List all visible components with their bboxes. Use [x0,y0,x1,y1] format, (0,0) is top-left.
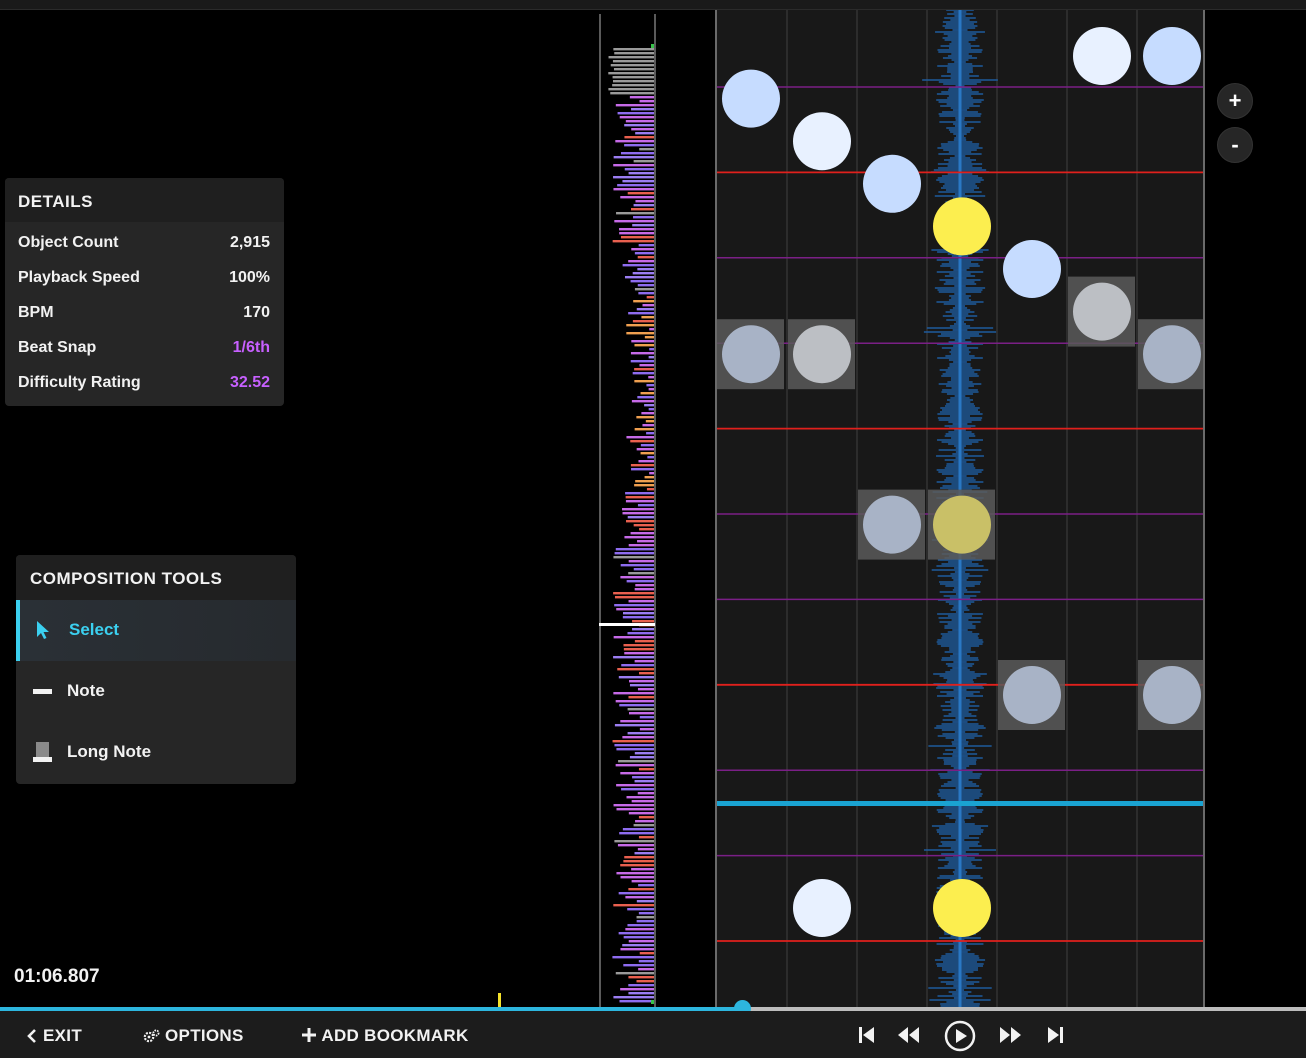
exit-label: EXIT [43,1026,83,1045]
selected-note[interactable] [1068,276,1135,347]
density-position-marker [599,623,655,626]
long-note-icon [33,742,52,762]
playfield-canvas [717,10,1203,1008]
bottom-toolbar: EXIT OPTIONS ADD BOOKMARK [0,1011,1306,1058]
fast-forward-icon[interactable] [999,1024,1023,1046]
plus-icon [302,1028,316,1042]
skip-end-icon[interactable] [1043,1024,1067,1046]
selected-note[interactable] [717,319,784,390]
tool-label: Note [67,681,105,700]
note[interactable] [1003,240,1061,298]
selected-note[interactable] [858,489,925,560]
selected-note[interactable] [998,660,1065,730]
add-bookmark-button[interactable]: ADD BOOKMARK [301,1026,469,1046]
skip-start-icon[interactable] [855,1024,879,1046]
exit-button[interactable]: EXIT [26,1026,82,1046]
density-graph[interactable] [599,14,656,1008]
note[interactable] [1073,27,1131,85]
detail-row-object-count: Object Count 2,915 [18,234,270,258]
note[interactable] [722,69,780,128]
options-label: OPTIONS [165,1026,244,1045]
selected-note[interactable] [1138,319,1203,390]
detail-row-bpm: BPM 170 [18,304,270,328]
editor-playfield[interactable] [715,10,1205,1008]
note[interactable] [933,197,991,256]
detail-row-beat-snap: Beat Snap 1/6th [18,339,270,363]
detail-value: 100% [229,269,270,286]
note[interactable] [933,879,991,937]
detail-value: 1/6th [232,339,270,356]
selected-note[interactable] [1138,660,1203,730]
selected-note[interactable] [928,489,995,560]
note-icon [33,689,52,694]
options-button[interactable]: OPTIONS [143,1026,244,1046]
note[interactable] [793,112,851,171]
detail-row-difficulty-rating: Difficulty Rating 32.52 [18,374,270,398]
gears-icon [143,1029,160,1043]
play-icon[interactable] [943,1019,977,1053]
details-title: DETAILS [5,178,284,222]
add-bookmark-label: ADD BOOKMARK [321,1026,469,1045]
chevron-left-icon [27,1029,36,1043]
tool-label: Long Note [67,742,152,761]
detail-value: 170 [243,304,270,321]
note[interactable] [863,154,921,213]
note[interactable] [793,879,851,937]
selected-note[interactable] [788,319,855,390]
composition-tools-panel: COMPOSITION TOOLS Select Note Long Note [16,555,296,784]
note[interactable] [1143,27,1201,85]
detail-value: 32.52 [229,374,270,391]
window-top-bar [0,0,1306,10]
zoom-out-button[interactable]: - [1217,127,1253,163]
detail-value: 2,915 [229,234,270,251]
tool-note[interactable]: Note [16,661,296,722]
tool-select[interactable]: Select [16,600,296,661]
zoom-in-button[interactable]: + [1217,83,1253,119]
detail-label: Object Count [18,234,119,251]
tools-title: COMPOSITION TOOLS [16,555,296,600]
tool-label: Select [69,620,120,639]
bookmark-marker[interactable] [498,993,501,1007]
detail-label: Beat Snap [18,339,97,356]
tool-long-note[interactable]: Long Note [16,722,296,783]
density-bars [608,44,654,1004]
detail-label: Difficulty Rating [18,374,141,391]
hit-line [717,801,1203,806]
detail-row-playback-speed: Playback Speed 100% [18,269,270,293]
cursor-icon [37,621,49,639]
details-panel: DETAILS Object Count 2,915 Playback Spee… [5,178,284,406]
detail-label: Playback Speed [18,269,140,286]
current-time: 01:06.807 [14,966,100,987]
rewind-icon[interactable] [896,1024,920,1046]
detail-label: BPM [18,304,54,321]
